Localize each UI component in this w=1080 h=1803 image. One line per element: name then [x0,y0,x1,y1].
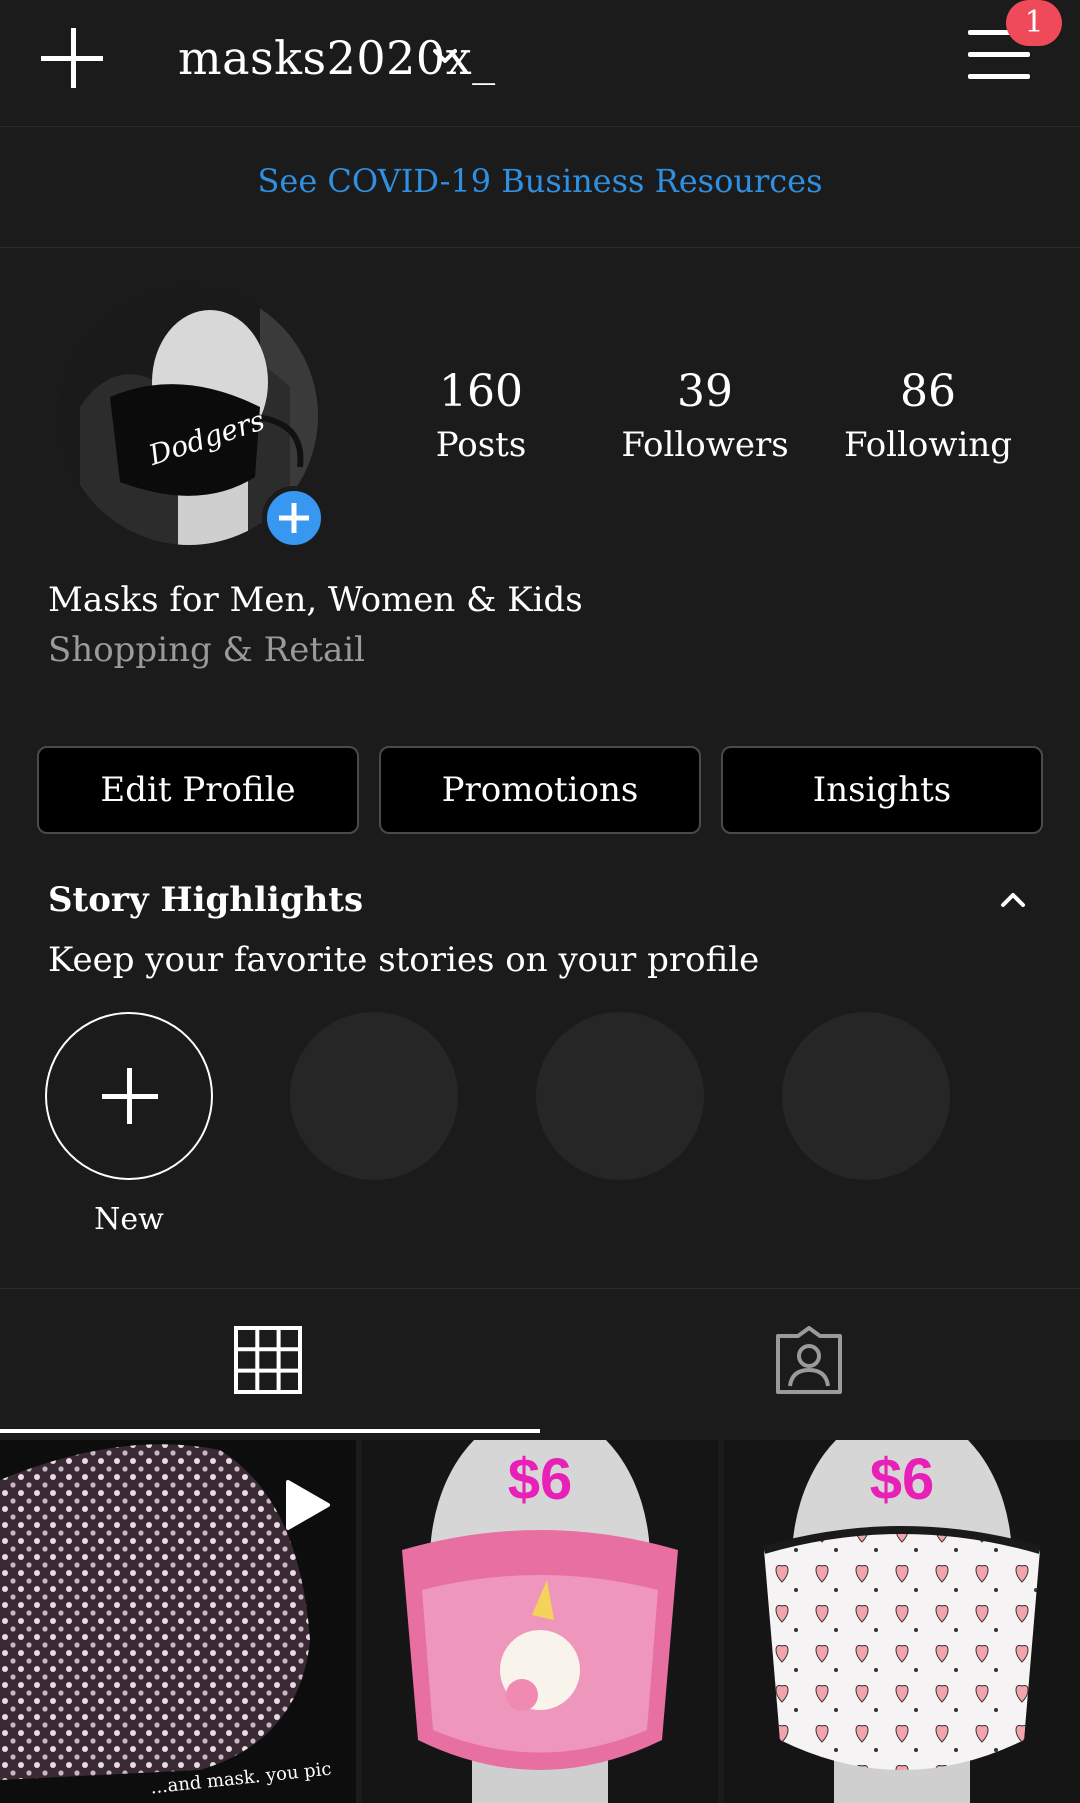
covid-resources-link[interactable]: See COVID-19 Business Resources [0,162,1080,200]
post-thumbnail[interactable]: $6 [724,1440,1080,1803]
chevron-down-icon[interactable] [430,44,460,70]
highlight-placeholder [782,1012,950,1180]
video-play-icon [286,1480,330,1530]
posts-label[interactable]: Posts [381,425,581,465]
active-tab-indicator [0,1429,540,1433]
story-highlights-title: Story Highlights [48,880,364,920]
post-thumbnail[interactable]: ...and mask. you pic [0,1440,356,1803]
chevron-up-icon[interactable] [998,888,1028,910]
post-thumbnail[interactable]: $6 [362,1440,718,1803]
story-highlights-subtitle: Keep your favorite stories on your profi… [48,940,760,980]
notification-badge: 1 [1006,0,1062,46]
posts-count[interactable]: 160 [381,366,581,417]
new-highlight-plus-icon[interactable] [45,1012,213,1180]
tab-grid[interactable] [0,1290,540,1432]
tabs-divider [0,1288,1080,1289]
tagged-person-icon [776,1326,842,1394]
following-label[interactable]: Following [828,425,1028,465]
followers-count[interactable]: 39 [605,366,805,417]
highlight-placeholder [536,1012,704,1180]
grid-icon [234,1326,302,1394]
promotions-button[interactable]: Promotions [379,746,701,834]
followers-label[interactable]: Followers [605,425,805,465]
following-count[interactable]: 86 [828,366,1028,417]
tab-tagged[interactable] [540,1290,1080,1432]
new-highlight-label: New [94,1202,164,1237]
post-price-tag: $6 [869,1447,935,1512]
edit-profile-button[interactable]: Edit Profile [37,746,359,834]
highlight-placeholder [290,1012,458,1180]
profile-category: Shopping & Retail [48,630,366,670]
profile-name: Masks for Men, Women & Kids [48,580,583,620]
post-price-tag: $6 [507,1447,573,1512]
new-post-plus-icon[interactable] [38,26,108,92]
top-bar [0,0,1080,127]
add-story-plus-icon[interactable] [262,486,326,550]
insights-button[interactable]: Insights [721,746,1043,834]
